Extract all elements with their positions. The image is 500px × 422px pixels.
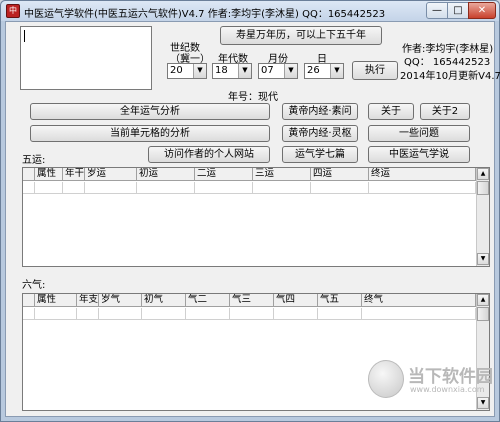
chevron-down-icon: ▼: [193, 64, 206, 78]
table-cell[interactable]: [369, 182, 476, 194]
title-bar[interactable]: 中 中医运气学软件(中医五运六气软件)V4.7 作者:李均宇(李沐星) QQ：1…: [1, 1, 499, 21]
chevron-down-icon: ▼: [284, 64, 297, 78]
text-caret: [24, 30, 25, 42]
scroll-thumb[interactable]: [477, 181, 489, 195]
liuqi-header-row: 属性 年支 岁气 初气 气二 气三 气四 气五 终气: [23, 294, 476, 307]
watermark-brand: 当下软件园: [408, 367, 493, 387]
table-cell[interactable]: [137, 182, 195, 194]
execute-button[interactable]: 执行: [352, 61, 398, 80]
seven-chapters-button[interactable]: 运气学七篇: [282, 146, 358, 163]
row-indicator: [23, 308, 35, 320]
century-select[interactable]: 20 ▼: [167, 63, 207, 79]
scroll-down-icon[interactable]: ▼: [477, 253, 489, 265]
year-analysis-button[interactable]: 全年运气分析: [30, 103, 270, 120]
row-indicator-header: [23, 294, 35, 307]
table-cell[interactable]: [35, 308, 77, 320]
column-header[interactable]: 气五: [318, 294, 362, 307]
watermark-url: www.downxia.com: [410, 385, 485, 394]
wuyun-grid[interactable]: 属性 年干 岁运 初运 二运 三运 四运 终运 ▲ ▼: [22, 167, 490, 267]
table-cell[interactable]: [311, 182, 369, 194]
tcm-theory-button[interactable]: 中医运气学说: [368, 146, 470, 163]
column-header[interactable]: 年支: [77, 294, 99, 307]
year-name-label: 年号：现代: [228, 92, 278, 103]
liuqi-label: 六气:: [22, 280, 46, 291]
column-header[interactable]: 年干: [63, 168, 85, 181]
table-cell[interactable]: [142, 308, 186, 320]
table-cell[interactable]: [63, 182, 85, 194]
century-value: 20: [170, 65, 183, 76]
table-cell[interactable]: [274, 308, 318, 320]
decade-select[interactable]: 18 ▼: [212, 63, 252, 79]
about2-button[interactable]: 关于2: [420, 103, 470, 120]
column-header[interactable]: 岁气: [99, 294, 142, 307]
wuyun-label: 五运:: [22, 155, 46, 166]
lingshu-button[interactable]: 黄帝内经·灵枢: [282, 125, 358, 142]
author-qq: QQ： 165442523: [404, 57, 491, 68]
column-header[interactable]: 初运: [137, 168, 195, 181]
chevron-down-icon: ▼: [238, 64, 251, 78]
table-cell[interactable]: [186, 308, 230, 320]
wuyun-header-row: 属性 年干 岁运 初运 二运 三运 四运 终运: [23, 168, 476, 181]
suwen-button[interactable]: 黄帝内经·素问: [282, 103, 358, 120]
table-cell[interactable]: [318, 308, 362, 320]
column-header[interactable]: 终运: [369, 168, 476, 181]
visit-author-site-button[interactable]: 访问作者的个人网站: [148, 146, 270, 163]
table-cell[interactable]: [362, 308, 476, 320]
table-cell[interactable]: [195, 182, 253, 194]
close-button[interactable]: ✕: [468, 2, 496, 19]
app-icon: 中: [6, 4, 20, 18]
column-header[interactable]: 属性: [35, 294, 77, 307]
minimize-button[interactable]: —: [426, 2, 448, 19]
table-cell[interactable]: [35, 182, 63, 194]
update-info: 2014年10月更新V4.7: [400, 71, 500, 82]
scroll-up-icon[interactable]: ▲: [477, 294, 489, 306]
table-cell[interactable]: [253, 182, 311, 194]
table-row[interactable]: [23, 182, 476, 194]
column-header[interactable]: 二运: [195, 168, 253, 181]
column-header[interactable]: 属性: [35, 168, 63, 181]
table-row[interactable]: [23, 308, 476, 320]
column-header[interactable]: 气四: [274, 294, 318, 307]
table-cell[interactable]: [77, 308, 99, 320]
month-select[interactable]: 07 ▼: [258, 63, 298, 79]
watermark-logo-icon: [368, 360, 404, 398]
notes-textarea[interactable]: [20, 26, 152, 90]
chevron-down-icon: ▼: [330, 64, 343, 78]
table-cell[interactable]: [99, 308, 142, 320]
wuyun-vertical-scrollbar[interactable]: ▲ ▼: [476, 168, 489, 266]
row-indicator-header: [23, 168, 35, 181]
day-select[interactable]: 26 ▼: [304, 63, 344, 79]
scroll-up-icon[interactable]: ▲: [477, 168, 489, 180]
scroll-thumb[interactable]: [477, 307, 489, 321]
day-value: 26: [307, 65, 320, 76]
window-title: 中医运气学软件(中医五运六气软件)V4.7 作者:李均宇(李沐星) QQ：165…: [24, 9, 386, 20]
column-header[interactable]: 岁运: [85, 168, 137, 181]
month-value: 07: [261, 65, 274, 76]
table-cell[interactable]: [85, 182, 137, 194]
column-header[interactable]: 初气: [142, 294, 186, 307]
row-indicator: [23, 182, 35, 194]
decade-value: 18: [215, 65, 228, 76]
column-header[interactable]: 气三: [230, 294, 274, 307]
about-button[interactable]: 关于: [368, 103, 414, 120]
column-header[interactable]: 四运: [311, 168, 369, 181]
site-watermark: 当下软件园 www.downxia.com: [368, 358, 493, 404]
perpetual-calendar-button[interactable]: 寿星万年历，可以上下五千年: [220, 26, 382, 45]
column-header[interactable]: 气二: [186, 294, 230, 307]
questions-button[interactable]: 一些问题: [368, 125, 470, 142]
column-header[interactable]: 三运: [253, 168, 311, 181]
table-cell[interactable]: [230, 308, 274, 320]
column-header[interactable]: 终气: [362, 294, 476, 307]
maximize-button[interactable]: □: [447, 2, 469, 19]
current-cell-analysis-button[interactable]: 当前单元格的分析: [30, 125, 270, 142]
